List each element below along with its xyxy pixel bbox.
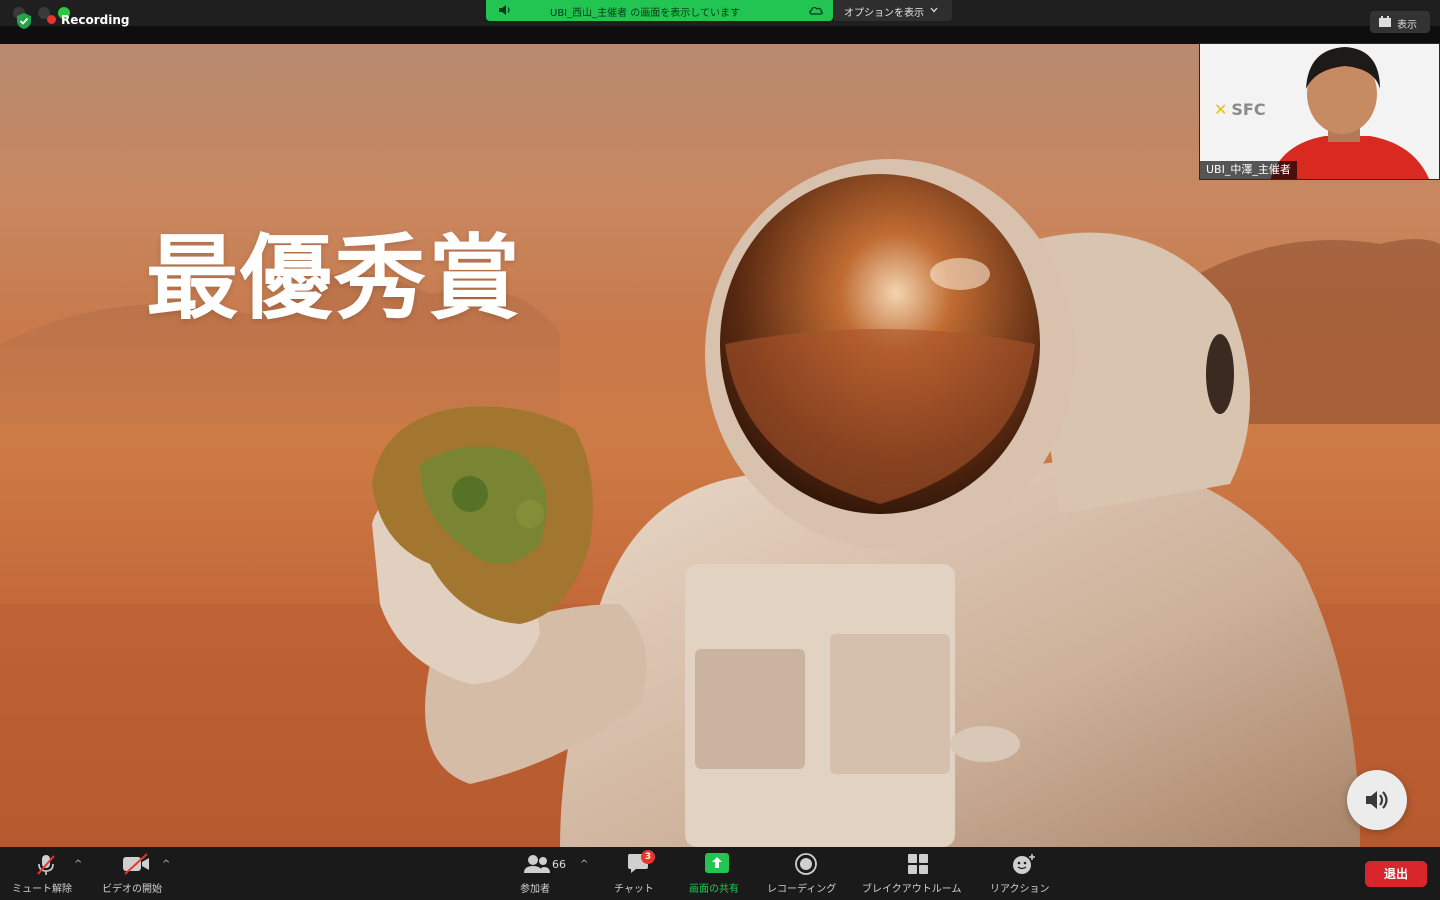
participant-video-thumbnail[interactable]: ✕ SFC UBI_中澤_主催者 (1199, 43, 1440, 180)
chat-button[interactable]: 3 チャット (608, 847, 668, 900)
breakout-rooms-label: ブレイクアウトルーム (862, 884, 962, 895)
reaction-emoji-icon (1013, 854, 1035, 874)
participants-options-chevron-icon[interactable]: ^ (580, 859, 588, 870)
view-layout-label: 表示 (1397, 20, 1417, 31)
speaker-icon (499, 5, 510, 15)
top-bar-divider (0, 26, 1440, 44)
share-screen-button[interactable]: 画面の共有 (686, 847, 748, 900)
view-options-label: オプションを表示 (844, 8, 924, 19)
recording-indicator-icon (47, 15, 56, 24)
start-video-button[interactable]: ビデオの開始 (98, 847, 174, 900)
record-label: レコーディング (767, 884, 837, 895)
participant-name-label: UBI_中澤_主催者 (1200, 161, 1297, 179)
security-shield-icon[interactable] (15, 12, 33, 30)
cloud-icon[interactable] (808, 3, 824, 17)
recording-label: Recording (61, 13, 130, 27)
screen-share-banner: UBI_西山_主催者 の画面を表示しています (486, 0, 833, 21)
grid-view-icon (1379, 16, 1391, 27)
chevron-down-icon (930, 7, 938, 13)
reactions-label: リアクション (990, 884, 1050, 895)
start-video-label: ビデオの開始 (102, 884, 162, 895)
top-bar: Recording UBI_西山_主催者 の画面を表示しています オプションを表… (0, 0, 1440, 44)
participants-button[interactable]: 66 参加者 (510, 847, 570, 900)
unmute-label: ミュート解除 (12, 884, 72, 895)
reactions-button[interactable]: リアクション (988, 847, 1058, 900)
unmute-button[interactable]: ミュート解除 (8, 847, 84, 900)
screen-share-banner-text: UBI_西山_主催者 の画面を表示しています (550, 8, 741, 19)
audio-toggle-button[interactable] (1347, 770, 1407, 830)
share-screen-label: 画面の共有 (689, 884, 739, 895)
sfc-logo: ✕ SFC (1214, 100, 1266, 119)
chat-unread-badge: 3 (641, 850, 655, 864)
speaker-volume-icon (1366, 791, 1388, 809)
participants-count: 66 (552, 858, 566, 871)
chat-label: チャット (614, 884, 654, 895)
video-camera-off-icon (123, 853, 149, 875)
view-options-button[interactable]: オプションを表示 (834, 0, 952, 21)
view-layout-button[interactable]: 表示 (1370, 11, 1430, 33)
record-icon (795, 853, 817, 875)
participants-icon (524, 855, 550, 873)
share-screen-icon (705, 853, 729, 873)
breakout-rooms-button[interactable]: ブレイクアウトルーム (860, 847, 976, 900)
audio-options-chevron-icon[interactable]: ^ (74, 859, 82, 870)
video-options-chevron-icon[interactable]: ^ (162, 859, 170, 870)
slide-headline: 最優秀賞 (146, 225, 523, 332)
leave-meeting-button[interactable]: 退出 (1365, 861, 1427, 887)
record-button[interactable]: レコーディング (765, 847, 847, 900)
microphone-muted-icon (37, 855, 55, 875)
participants-label: 参加者 (520, 884, 550, 895)
meeting-toolbar: ミュート解除 ^ ビデオの開始 ^ 66 参加者 ^ 3 チャット 画面の共有 … (0, 847, 1440, 900)
breakout-rooms-icon (908, 854, 928, 874)
